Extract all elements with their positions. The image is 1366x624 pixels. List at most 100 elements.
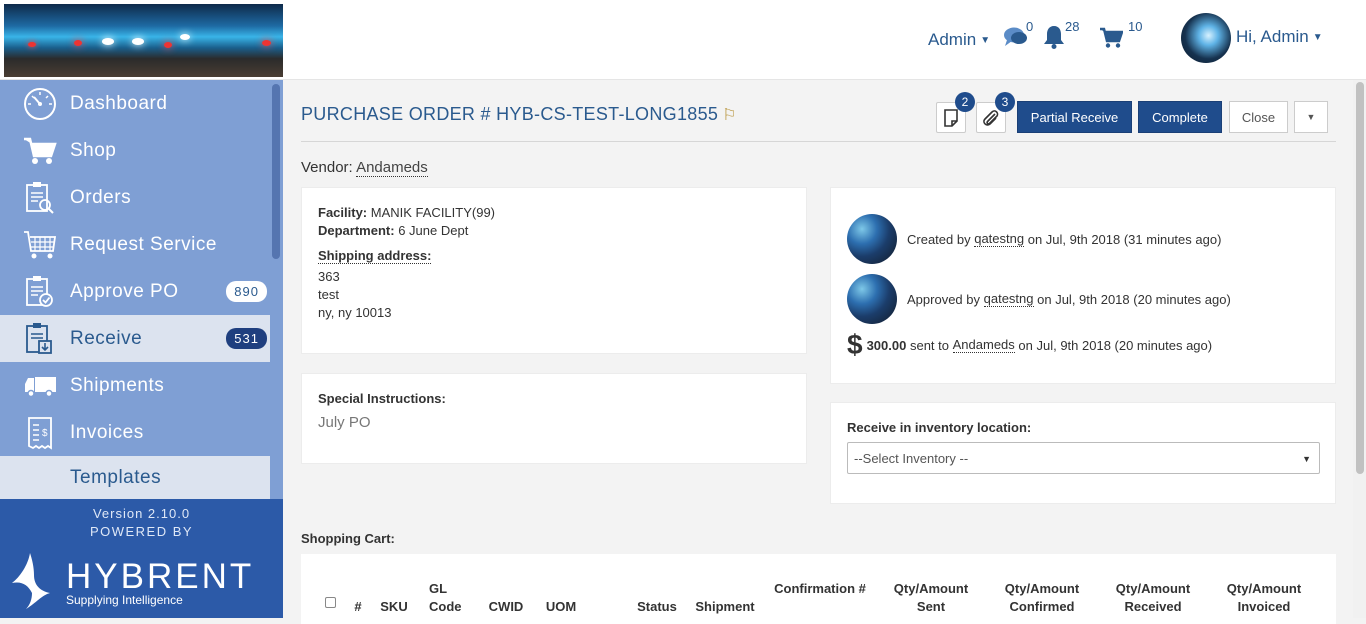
sidebar-item-label: Shipments bbox=[70, 374, 165, 396]
sent-amount: 300.00 bbox=[866, 337, 907, 353]
sidebar-item-templates[interactable]: Templates bbox=[0, 456, 270, 499]
column-header-confirmation[interactable]: Confirmation # bbox=[772, 580, 868, 598]
sidebar-item-invoices[interactable]: $ Invoices bbox=[0, 409, 270, 456]
column-header-uom[interactable]: UOM bbox=[541, 598, 581, 616]
main-content: PURCHASE ORDER # HYB-CS-TEST-LONG1855 ⚐ 2… bbox=[283, 80, 1353, 624]
sidebar-item-label: Approve PO bbox=[70, 280, 179, 302]
sidebar-scrollbar-thumb[interactable] bbox=[272, 84, 280, 259]
column-header-shipment[interactable]: Shipment bbox=[693, 598, 757, 616]
column-header-sku[interactable]: SKU bbox=[379, 598, 409, 616]
sidebar-item-label: Invoices bbox=[70, 421, 144, 443]
shopping-cart-icon bbox=[23, 134, 57, 168]
approver-avatar bbox=[847, 274, 897, 324]
flag-icon[interactable]: ⚐ bbox=[722, 107, 737, 124]
column-header-qty-sent[interactable]: Qty/Amount Sent bbox=[885, 580, 977, 616]
close-button[interactable]: Close bbox=[1229, 101, 1288, 133]
hybrent-bird-logo-icon bbox=[10, 551, 52, 614]
column-header-qty-confirmed[interactable]: Qty/Amount Confirmed bbox=[996, 580, 1088, 616]
page-title: PURCHASE ORDER # HYB-CS-TEST-LONG1855 ⚐ bbox=[301, 104, 737, 125]
dashboard-gauge-icon bbox=[23, 87, 57, 121]
address-line-1: 363 bbox=[318, 269, 340, 284]
complete-button[interactable]: Complete bbox=[1138, 101, 1222, 133]
vendor-link[interactable]: Andameds bbox=[356, 159, 428, 177]
dollar-icon: $ bbox=[847, 329, 863, 360]
bell-icon[interactable] bbox=[1043, 25, 1065, 54]
created-user-link[interactable]: qatestng bbox=[974, 231, 1025, 247]
user-menu-dropdown[interactable]: Hi, Admin ▼ bbox=[1236, 27, 1323, 47]
note-icon bbox=[944, 108, 958, 127]
receive-clipboard-icon bbox=[23, 322, 57, 356]
brand-name: HYBRENT bbox=[66, 557, 255, 596]
request-service-icon bbox=[23, 228, 57, 262]
notes-button[interactable]: 2 bbox=[936, 92, 975, 133]
sidebar-item-dashboard[interactable]: Dashboard bbox=[0, 80, 270, 127]
more-actions-dropdown[interactable]: ▼ bbox=[1294, 101, 1328, 133]
approved-prefix: Approved by bbox=[907, 291, 980, 307]
caret-down-icon: ▼ bbox=[1306, 112, 1316, 122]
page-scrollbar-thumb[interactable] bbox=[1356, 82, 1364, 474]
cart-count: 10 bbox=[1128, 19, 1143, 34]
brand-tagline: Supplying Intelligence bbox=[66, 593, 183, 607]
paperclip-icon bbox=[983, 109, 999, 126]
column-header-status[interactable]: Status bbox=[634, 598, 680, 616]
orders-clipboard-search-icon bbox=[23, 181, 57, 215]
special-instructions-value: July PO bbox=[318, 414, 371, 431]
activity-card: Created by qatestng on Jul, 9th 2018 (31… bbox=[830, 187, 1336, 384]
user-avatar[interactable] bbox=[1181, 13, 1231, 63]
notifications-count: 28 bbox=[1065, 19, 1080, 34]
admin-menu-dropdown[interactable]: Admin ▼ bbox=[928, 30, 990, 50]
created-prefix: Created by bbox=[907, 231, 971, 247]
sidebar-item-request-service[interactable]: Request Service bbox=[0, 221, 270, 268]
special-instructions-label: Special Instructions: bbox=[318, 391, 446, 406]
inventory-location-select[interactable]: --Select Inventory -- ▼ bbox=[847, 442, 1320, 474]
column-header-number[interactable]: # bbox=[352, 598, 364, 616]
sidebar-item-label: Templates bbox=[70, 466, 162, 488]
messages-count: 0 bbox=[1026, 19, 1034, 34]
approve-clipboard-icon bbox=[23, 275, 57, 309]
cart-icon[interactable] bbox=[1099, 27, 1124, 54]
shipping-address-label: Shipping address: bbox=[318, 248, 432, 264]
creator-avatar bbox=[847, 214, 897, 264]
address-line-3: ny, ny 10013 bbox=[318, 305, 392, 320]
sidebar-item-shop[interactable]: Shop bbox=[0, 127, 270, 174]
sent-timestamp: on Jul, 9th 2018 (20 minutes ago) bbox=[1018, 337, 1213, 353]
created-timestamp: on Jul, 9th 2018 (31 minutes ago) bbox=[1027, 231, 1222, 247]
column-header-cwid[interactable]: CWID bbox=[486, 598, 526, 616]
caret-down-icon: ▼ bbox=[1312, 32, 1323, 44]
sidebar-item-approve-po[interactable]: Approve PO 890 bbox=[0, 268, 270, 315]
powered-by-label: POWERED BY bbox=[89, 524, 194, 539]
caret-down-icon: ▼ bbox=[980, 35, 991, 47]
sidebar-item-label: Receive bbox=[70, 327, 143, 349]
vendor-line: Vendor: Andameds bbox=[301, 159, 428, 177]
sent-vendor-link[interactable]: Andameds bbox=[952, 337, 1015, 353]
sidebar-footer: Version 2.10.0 POWERED BY HYBRENT Supply… bbox=[0, 499, 283, 618]
created-activity: Created by qatestng on Jul, 9th 2018 (31… bbox=[847, 214, 1221, 264]
inventory-selected-value: --Select Inventory -- bbox=[854, 451, 969, 466]
sent-to-text: sent to bbox=[909, 337, 949, 353]
select-all-checkbox[interactable] bbox=[325, 597, 336, 608]
sidebar: Dashboard Shop Orders Request Service Ap… bbox=[0, 80, 283, 618]
column-header-qty-received[interactable]: Qty/Amount Received bbox=[1107, 580, 1199, 616]
approved-activity: Approved by qatestng on Jul, 9th 2018 (2… bbox=[847, 274, 1231, 324]
shopping-cart-table: # SKU GL Code CWID UOM Status Shipment C… bbox=[301, 554, 1336, 624]
user-greeting: Hi, Admin bbox=[1236, 27, 1309, 46]
title-divider bbox=[301, 141, 1336, 142]
approve-po-count-badge: 890 bbox=[226, 281, 267, 302]
approved-user-link[interactable]: qatestng bbox=[983, 291, 1034, 307]
attachments-button[interactable]: 3 bbox=[976, 92, 1015, 133]
app-logo-image[interactable] bbox=[4, 4, 283, 77]
department-label: Department: bbox=[318, 223, 395, 238]
admin-menu-label: Admin bbox=[928, 30, 977, 49]
sidebar-item-shipments[interactable]: Shipments bbox=[0, 362, 270, 409]
top-bar: Admin ▼ 0 28 10 Hi, Admin ▼ bbox=[0, 0, 1366, 80]
column-header-gl-code[interactable]: GL Code bbox=[429, 580, 462, 616]
sidebar-item-receive[interactable]: Receive 531 bbox=[0, 315, 270, 362]
facility-value: MANIK FACILITY(99) bbox=[370, 205, 495, 220]
page-scrollbar[interactable] bbox=[1353, 80, 1366, 618]
sidebar-item-label: Request Service bbox=[70, 233, 217, 255]
special-instructions-card: Special Instructions: July PO bbox=[301, 373, 807, 464]
caret-down-icon: ▼ bbox=[1302, 454, 1311, 464]
column-header-qty-invoiced[interactable]: Qty/Amount Invoiced bbox=[1218, 580, 1310, 616]
partial-receive-button[interactable]: Partial Receive bbox=[1017, 101, 1132, 133]
sidebar-item-orders[interactable]: Orders bbox=[0, 174, 270, 221]
